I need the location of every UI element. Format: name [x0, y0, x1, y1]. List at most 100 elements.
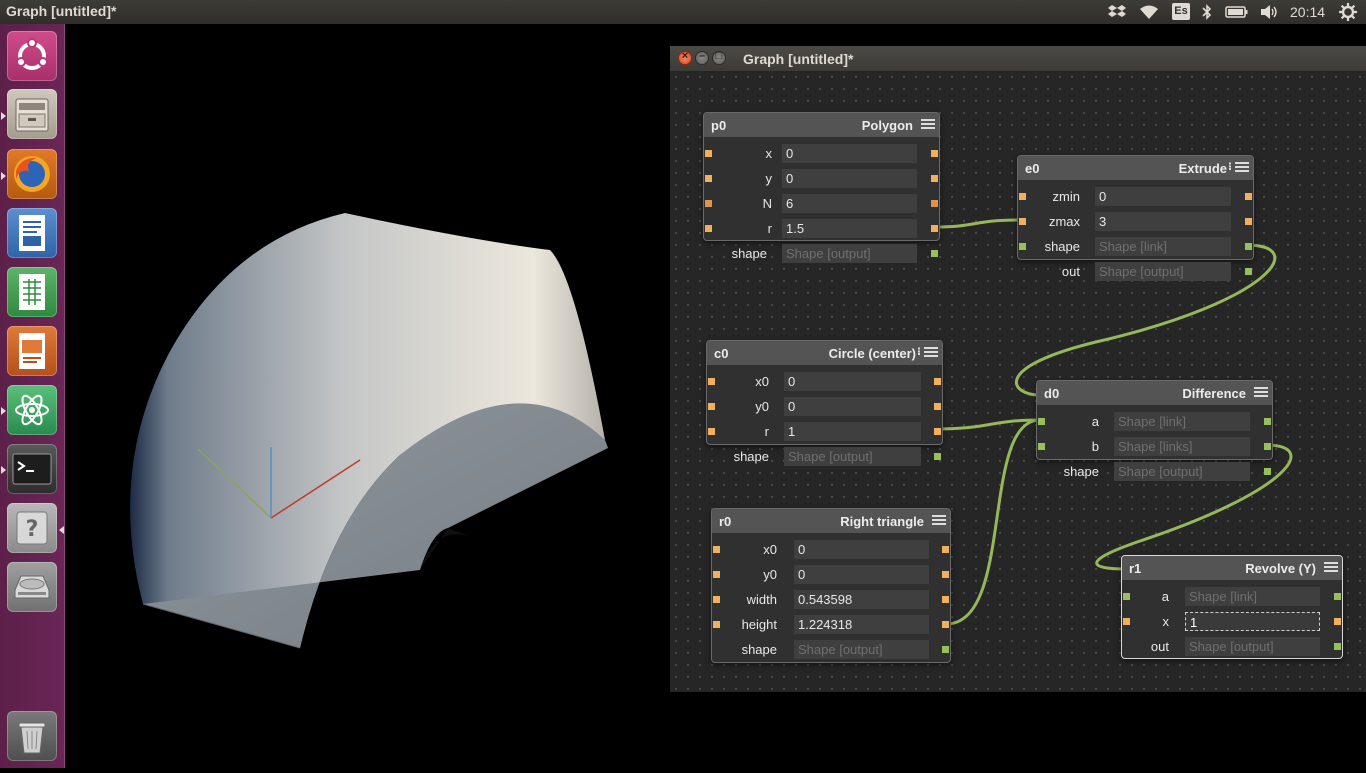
node-id: r0 [719, 514, 732, 529]
output-port[interactable] [1334, 618, 1341, 625]
output-port[interactable] [934, 403, 941, 410]
output-field: Shape [output] [1095, 262, 1231, 281]
node-header[interactable]: r0 Right triangle [712, 509, 950, 533]
output-port[interactable] [942, 596, 949, 603]
value-field[interactable]: 0 [794, 565, 929, 584]
output-port[interactable] [934, 428, 941, 435]
trash-icon[interactable] [7, 711, 57, 761]
shape-output-port[interactable] [1245, 268, 1252, 275]
value-field[interactable]: 1.5 [782, 219, 917, 238]
ubuntu-logo-icon[interactable] [7, 31, 57, 81]
node-header[interactable]: r1 Revolve (Y) [1122, 556, 1342, 580]
value-field[interactable]: 0 [784, 372, 921, 391]
row-label: x [1162, 614, 1170, 629]
value-field[interactable]: 3 [1095, 212, 1231, 231]
output-port[interactable] [931, 225, 938, 232]
node-row: shape Shape [output] [1037, 459, 1272, 484]
value-field[interactable]: 0 [1095, 187, 1231, 206]
dropbox-icon[interactable] [1106, 2, 1128, 22]
menu-icon[interactable] [932, 515, 946, 526]
node-row: x 1 [1122, 609, 1342, 634]
wire-p0-shape-to-e0-shape [932, 218, 1023, 229]
node-r0-right-triangle[interactable]: r0 Right triangle x0 0 y0 0 width 0.5435… [711, 508, 951, 663]
drive-icon[interactable] [7, 562, 57, 612]
value-field[interactable]: 0 [794, 540, 929, 559]
output-port[interactable] [1245, 193, 1252, 200]
close-button[interactable]: × [678, 50, 692, 65]
spreadsheet-icon[interactable] [7, 267, 57, 317]
menu-icon[interactable] [924, 347, 938, 358]
file-cabinet-icon[interactable] [7, 89, 57, 139]
output-port[interactable] [942, 621, 949, 628]
output-port[interactable] [931, 150, 938, 157]
shape-output-port[interactable] [1264, 418, 1271, 425]
output-port[interactable] [1245, 218, 1252, 225]
shape-output-port[interactable] [1334, 643, 1341, 650]
gear-icon[interactable] [1337, 2, 1359, 22]
clock[interactable]: 20:14 [1290, 4, 1325, 20]
wifi-icon[interactable] [1138, 2, 1160, 22]
menu-icon[interactable] [921, 119, 935, 130]
value-field[interactable]: 0 [782, 144, 917, 163]
row-label: shape [731, 246, 767, 261]
firefox-icon[interactable] [7, 149, 57, 199]
output-field: Shape [output] [784, 447, 921, 466]
shape-output-port[interactable] [934, 453, 941, 460]
maximize-button[interactable]: □ [712, 50, 726, 65]
menu-icon[interactable] [1235, 162, 1249, 173]
shape-output-port[interactable] [942, 646, 949, 653]
pin-icon[interactable]: ⁝ [1228, 160, 1232, 173]
value-field[interactable]: 0 [784, 397, 921, 416]
running-indicator [1, 466, 6, 474]
atom-icon[interactable] [7, 385, 57, 435]
output-port[interactable] [931, 200, 938, 207]
output-port[interactable] [931, 175, 938, 182]
menu-icon[interactable] [1254, 387, 1268, 398]
question-icon[interactable]: ? [7, 503, 57, 553]
battery-icon[interactable] [1224, 2, 1250, 22]
node-header[interactable]: e0 Extrude ⁝ [1018, 156, 1253, 180]
running-indicator [1, 172, 6, 180]
node-p0-polygon[interactable]: p0 Polygon x 0 y 0 N 6 r 1.5 shape Shape… [703, 112, 940, 263]
value-field[interactable]: 0.543598 [794, 590, 929, 609]
shape-output-port[interactable] [931, 250, 938, 257]
node-c0-circle[interactable]: c0 Circle (center) ⁝ x0 0 y0 0 r 1 shape… [706, 340, 943, 466]
volume-icon[interactable] [1258, 2, 1280, 22]
node-header[interactable]: d0 Difference [1037, 381, 1272, 405]
keyboard-layout-indicator[interactable]: Es [1172, 3, 1190, 20]
value-field[interactable]: 6 [782, 194, 917, 213]
node-row: b Shape [links] [1037, 434, 1272, 459]
graph-titlebar[interactable]: × – □ Graph [untitled]* [670, 46, 1366, 71]
output-port[interactable] [942, 571, 949, 578]
shape-output-port[interactable] [1264, 443, 1271, 450]
link-field: Shape [link] [1095, 237, 1231, 256]
node-type: Extrude [1178, 161, 1227, 176]
node-d0-difference[interactable]: d0 Difference a Shape [link] b Shape [li… [1036, 380, 1273, 481]
output-port[interactable] [942, 546, 949, 553]
shape-output-port[interactable] [1334, 593, 1341, 600]
bluetooth-icon[interactable] [1198, 2, 1216, 22]
output-port[interactable] [934, 378, 941, 385]
shape-output-port[interactable] [1245, 243, 1252, 250]
node-e0-extrude[interactable]: e0 Extrude ⁝ zmin 0 zmax 3 shape Shape [ [1017, 155, 1254, 281]
link-field: Shape [links] [1114, 437, 1250, 456]
value-field[interactable]: 0 [782, 169, 917, 188]
node-type: Polygon [861, 118, 913, 133]
shape-output-port[interactable] [1264, 468, 1271, 475]
node-header[interactable]: p0 Polygon [704, 113, 939, 137]
minimize-button[interactable]: – [695, 50, 709, 65]
menu-icon[interactable] [1324, 562, 1338, 573]
row-label: x [765, 146, 773, 161]
x-input-editing[interactable]: 1 [1185, 612, 1320, 631]
graph-canvas[interactable]: p0 Polygon x 0 y 0 N 6 r 1.5 shape Shape… [670, 71, 1366, 692]
pin-icon[interactable]: ⁝ [917, 345, 921, 358]
node-header[interactable]: c0 Circle (center) ⁝ [707, 341, 942, 365]
document-icon[interactable] [7, 208, 57, 258]
output-field: Shape [output] [1114, 462, 1250, 481]
value-field[interactable]: 1 [784, 422, 921, 441]
node-r1-revolve[interactable]: r1 Revolve (Y) a Shape [link] x 1 out Sh… [1121, 555, 1343, 659]
terminal-icon[interactable] [7, 444, 57, 494]
svg-text:?: ? [26, 517, 39, 542]
value-field[interactable]: 1.224318 [794, 615, 929, 634]
presentation-icon[interactable] [7, 326, 57, 376]
